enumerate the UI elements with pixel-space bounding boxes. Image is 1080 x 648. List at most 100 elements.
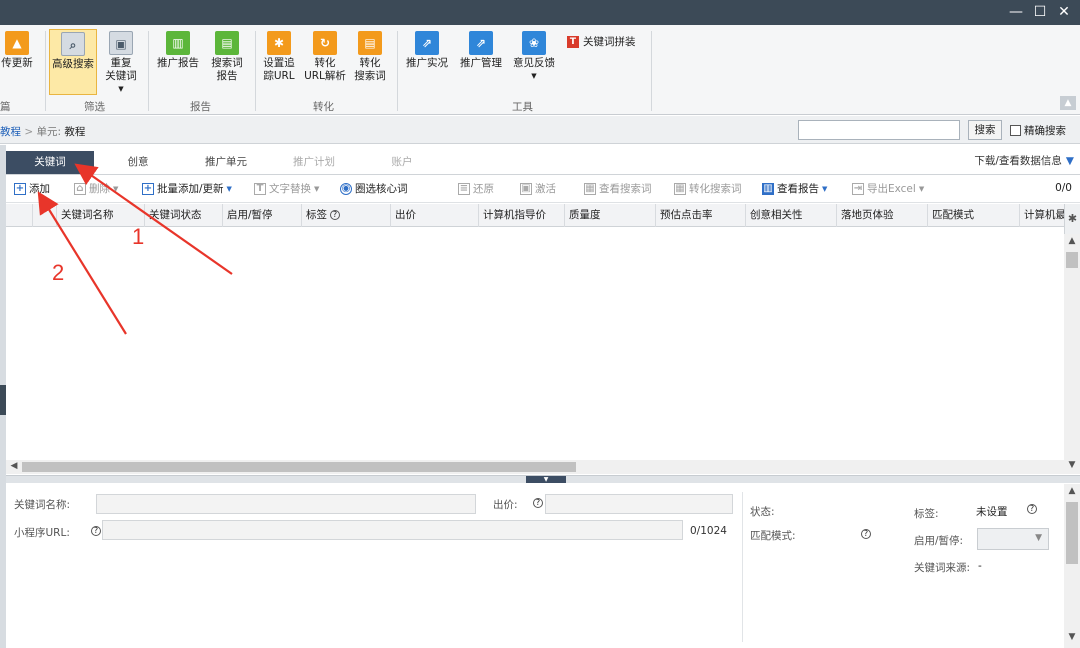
close-button[interactable]: ✕ [1052, 3, 1076, 21]
search-term-report-button[interactable]: ▤ 搜索词 报告 [205, 29, 249, 83]
search-input[interactable] [798, 120, 960, 140]
select-all-cell[interactable] [6, 204, 33, 227]
enable-pause-select[interactable]: ▼ [977, 528, 1049, 550]
promo-report-button[interactable]: ▥ 推广报告 [155, 29, 201, 70]
col-landing-experience[interactable]: 落地页体验 [837, 204, 928, 227]
help-icon[interactable]: ? [330, 210, 340, 220]
breadcrumb-separator: > [24, 126, 34, 138]
scroll-thumb[interactable] [1066, 252, 1078, 268]
promo-live-button[interactable]: ⇗ 推广实况 [403, 29, 451, 70]
col-creative-relevance[interactable]: 创意相关性 [746, 204, 837, 227]
tracking-url-button[interactable]: ✱ 设置追 踪URL [259, 29, 299, 83]
text-replace-button[interactable]: T 文字替换 ▼ [254, 181, 319, 196]
conv-search-terms-button[interactable]: ▦ 转化搜索词 [674, 181, 742, 196]
tab-creatives[interactable]: 创意 [94, 151, 182, 174]
view-report-label: 查看报告 [777, 183, 819, 195]
minimize-button[interactable]: — [1004, 3, 1028, 21]
col-enable-pause[interactable]: 启用/暂停 [223, 204, 302, 227]
feedback-button[interactable]: ❀ 意见反馈 ▼ [510, 29, 558, 83]
group-label-filter: 筛选 [84, 101, 105, 113]
bar-chart-icon: ▥ [166, 31, 190, 55]
dropdown-caret-icon: ▼ [918, 184, 925, 193]
scroll-thumb[interactable] [22, 462, 576, 472]
core-words-button[interactable]: ◉ 圈选核心词 [340, 181, 408, 196]
promo-manage-button[interactable]: ⇗ 推广管理 [457, 29, 505, 70]
export-excel-button[interactable]: ⇥ 导出Excel ▼ [852, 181, 924, 196]
search-button[interactable]: 搜索 [968, 120, 1002, 140]
breadcrumb-current: 教程 [64, 126, 86, 138]
tracking-label-1: 设置追 [263, 57, 295, 69]
tab-keywords[interactable]: 关键词 [6, 151, 94, 174]
col-tag[interactable]: 标签? [302, 204, 391, 227]
detail-vertical-scrollbar[interactable]: ▲ ▼ [1064, 484, 1080, 648]
exact-search-checkbox[interactable]: 精确搜索 [1010, 123, 1066, 138]
col-pc-cutoff[interactable]: 计算机最 [1020, 204, 1064, 227]
dropdown-caret-icon: ▼ [118, 85, 124, 93]
group-label-tools: 工具 [512, 101, 533, 113]
conv-search-label-1: 转化 [359, 57, 381, 69]
selection-counter: 0/0 [1055, 182, 1072, 194]
col-est-ctr[interactable]: 预估点击率 [656, 204, 746, 227]
keyword-source-label: 关键词来源: [914, 562, 971, 574]
scroll-left-icon[interactable]: ◀ [6, 461, 22, 471]
activate-icon: ▣ [520, 182, 532, 195]
tab-ad-groups[interactable]: 推广单元 [182, 151, 270, 174]
scroll-down-icon[interactable]: ▼ [1064, 632, 1080, 642]
view-report-button[interactable]: ▥ 查看报告 ▼ [762, 181, 827, 196]
help-icon[interactable]: ? [533, 498, 543, 508]
keyword-assemble-icon: T [567, 35, 579, 48]
view-search-terms-button[interactable]: ▦ 查看搜索词 [584, 181, 652, 196]
table-vertical-scrollbar[interactable]: ▲ ▼ [1064, 234, 1080, 474]
restore-button[interactable]: ≡ 还原 [458, 181, 494, 196]
view-search-label: 查看搜索词 [599, 183, 652, 195]
scroll-down-icon[interactable]: ▼ [1064, 460, 1080, 470]
panel-splitter[interactable]: ▼ [6, 475, 1080, 483]
scroll-thumb[interactable] [1066, 502, 1078, 564]
dropdown-caret-icon: ▼ [1065, 155, 1074, 167]
gear-icon[interactable]: ✱ [1064, 204, 1080, 234]
tab-account[interactable]: 账户 [358, 151, 446, 174]
breadcrumb-plan-link[interactable]: 教程 [0, 126, 21, 138]
manage-icon: ⇗ [469, 31, 493, 55]
keyword-assemble-button[interactable]: T 关键词拼装 [567, 34, 636, 49]
help-icon[interactable]: ? [91, 526, 101, 536]
dropdown-caret-icon: ▼ [314, 184, 320, 193]
add-button[interactable]: + 添加 [14, 181, 50, 196]
col-keyword-status[interactable]: 关键词状态 [145, 204, 223, 227]
tab-campaigns[interactable]: 推广计划 [270, 151, 358, 174]
help-icon[interactable]: ? [1027, 504, 1037, 514]
splitter-toggle-icon[interactable]: ▼ [526, 476, 566, 483]
col-quality[interactable]: 质量度 [565, 204, 656, 227]
text-replace-icon: T [254, 182, 266, 195]
export-icon: ⇥ [852, 182, 864, 195]
group-label-report: 报告 [190, 101, 211, 113]
delete-button[interactable]: ⌂ 删除 ▼ [74, 181, 118, 196]
help-icon[interactable]: ? [861, 529, 871, 539]
scroll-up-icon[interactable]: ▲ [1064, 486, 1080, 496]
batch-add-button[interactable]: + 批量添加/更新 ▼ [142, 181, 232, 196]
col-bid[interactable]: 出价 [391, 204, 479, 227]
miniprogram-url-field[interactable] [102, 520, 683, 540]
download-data-menu[interactable]: 下载/查看数据信息 ▼ [974, 153, 1074, 168]
advanced-search-button[interactable]: ⌕ 高级搜索 [49, 29, 97, 95]
url-parse-button[interactable]: ↻ 转化 URL解析 [304, 29, 346, 83]
activate-button[interactable]: ▣ 激活 [520, 181, 556, 196]
col-match-mode[interactable]: 匹配模式 [928, 204, 1020, 227]
upload-update-button[interactable]: ▲ 传更新 [0, 29, 34, 70]
bid-field[interactable] [545, 494, 733, 514]
feedback-label: 意见反馈 [513, 57, 555, 69]
table-horizontal-scrollbar[interactable]: ◀ [6, 460, 1064, 474]
exact-search-label: 精确搜索 [1024, 125, 1066, 137]
promo-live-label: 推广实况 [406, 57, 448, 69]
keyword-source-value: - [978, 560, 982, 572]
maximize-button[interactable]: ☐ [1028, 3, 1052, 21]
view-search-icon: ▦ [584, 182, 596, 195]
keyword-name-field[interactable] [96, 494, 476, 514]
entity-tabs: 关键词 创意 推广单元 推广计划 账户 下载/查看数据信息 ▼ [6, 151, 1080, 175]
collapse-ribbon-icon[interactable]: ▲ [1060, 96, 1076, 110]
scroll-up-icon[interactable]: ▲ [1064, 236, 1080, 246]
col-guide-price[interactable]: 计算机指导价 [479, 204, 565, 227]
magnifier-icon: ⌕ [61, 32, 85, 56]
duplicate-keyword-button[interactable]: ▣ 重复 关键词 ▼ [101, 29, 141, 96]
conv-search-term-button[interactable]: ▤ 转化 搜索词 [350, 29, 390, 83]
